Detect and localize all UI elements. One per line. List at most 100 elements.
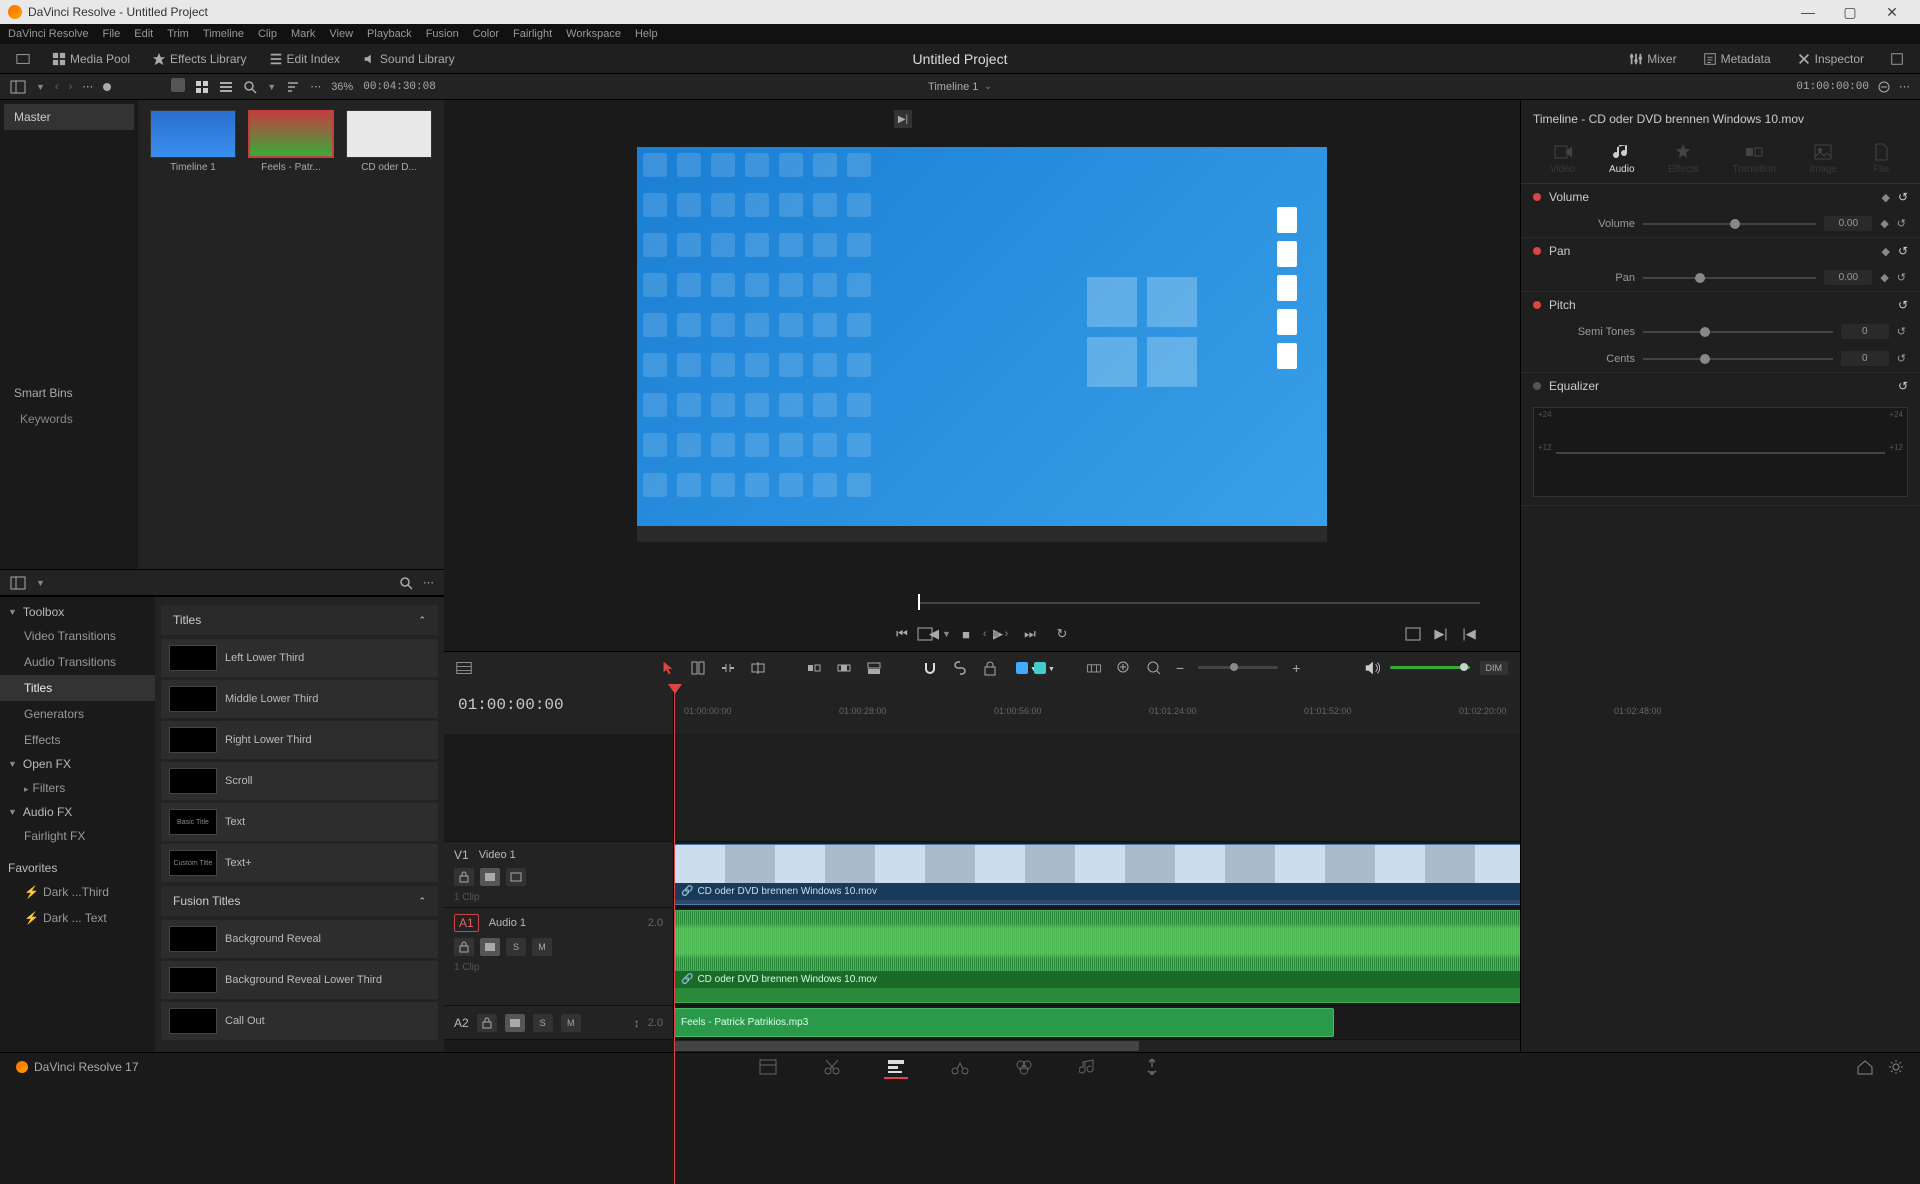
track-auto-select-button[interactable] (480, 938, 500, 956)
timeline-ruler[interactable]: 01:00:00:00 01:00:28:00 01:00:56:00 01:0… (674, 684, 1520, 734)
master-bin[interactable]: Master (4, 104, 134, 130)
menu-trim[interactable]: Trim (167, 28, 189, 40)
window-maximize-button[interactable]: ▢ (1830, 2, 1870, 22)
menu-mark[interactable]: Mark (291, 28, 315, 40)
chevron-down-icon[interactable]: ▼ (36, 82, 45, 92)
titles-section-header[interactable]: Titles⌃ (161, 605, 438, 635)
fusion-title-item[interactable]: Background Reveal (161, 920, 438, 958)
mute-button[interactable] (1364, 660, 1380, 676)
insert-clip-button[interactable] (806, 660, 822, 676)
match-frame-button[interactable] (1402, 623, 1424, 645)
title-item[interactable]: Middle Lower Third (161, 680, 438, 718)
deliver-page-button[interactable] (1140, 1055, 1164, 1079)
clip-thumbnail[interactable]: Feels - Patr... (246, 110, 336, 173)
dynamic-trim-button[interactable] (720, 660, 736, 676)
fusion-title-item[interactable]: Call Out (161, 1002, 438, 1040)
track-mute-button[interactable]: M (561, 1014, 581, 1032)
timeline-scrollbar[interactable] (444, 1040, 1520, 1052)
dim-button[interactable]: DIM (1480, 661, 1509, 675)
volume-slider[interactable] (1390, 666, 1470, 669)
effects-library-button[interactable]: Effects Library (144, 49, 254, 69)
openfx-header[interactable]: ▼Open FX (0, 753, 155, 775)
lock-button[interactable] (982, 660, 998, 676)
menu-workspace[interactable]: Workspace (566, 28, 621, 40)
track-header-a1[interactable]: A1Audio 12.0 S M 1 Clip (444, 908, 673, 1006)
track-solo-button[interactable]: S (506, 938, 526, 956)
menu-timeline[interactable]: Timeline (203, 28, 244, 40)
fusion-titles-section-header[interactable]: Fusion Titles⌃ (161, 886, 438, 916)
snap-button[interactable] (922, 660, 938, 676)
reset-button[interactable]: ↺ (1898, 379, 1908, 393)
bypass-button[interactable] (1877, 80, 1891, 94)
title-item[interactable]: Scroll (161, 762, 438, 800)
ellipsis-button[interactable]: ⋯ (82, 80, 93, 93)
volume-slider[interactable] (1643, 223, 1816, 225)
equalizer-section-header[interactable]: Equalizer↺ (1521, 373, 1920, 399)
flag-blue-button[interactable]: ▼ (1016, 662, 1028, 674)
track-disable-button[interactable] (506, 868, 526, 886)
search-button[interactable] (243, 80, 257, 94)
clip-thumbnail[interactable]: CD oder D... (344, 110, 434, 173)
view-list-button[interactable] (219, 80, 233, 94)
title-item[interactable]: Right Lower Third (161, 721, 438, 759)
pan-section-header[interactable]: Pan◆↺ (1521, 238, 1920, 264)
options-button[interactable]: ⋯ (310, 80, 321, 93)
sound-library-button[interactable]: Sound Library (354, 49, 463, 69)
tree-item-titles[interactable]: Titles (0, 675, 155, 701)
track-header-v1[interactable]: V1Video 1 1 Clip (444, 842, 673, 908)
reset-button[interactable]: ↺ (1897, 217, 1906, 230)
media-pool-button[interactable]: Media Pool (44, 49, 138, 69)
playhead-icon[interactable] (668, 684, 682, 694)
viewer-scrubber[interactable] (444, 590, 1520, 617)
track-lock-button[interactable] (454, 938, 474, 956)
metadata-button[interactable]: Metadata (1695, 49, 1779, 69)
flag-aqua-button[interactable]: ▼ (1034, 662, 1046, 674)
menu-playback[interactable]: Playback (367, 28, 412, 40)
menu-file[interactable]: File (103, 28, 121, 40)
zoom-in-button[interactable]: + (1292, 660, 1300, 676)
pan-value[interactable]: 0.00 (1824, 270, 1872, 285)
expand-button[interactable] (1882, 49, 1912, 69)
position-lock-button[interactable] (1086, 660, 1102, 676)
viewer-options-button[interactable]: ⋯ (1899, 80, 1910, 93)
inspector-tab-video[interactable]: Video (1546, 136, 1579, 179)
fx-panel-layout-button[interactable] (10, 576, 26, 590)
bin-view-button[interactable] (10, 80, 26, 94)
reset-button[interactable]: ↺ (1898, 298, 1908, 312)
menu-view[interactable]: View (329, 28, 353, 40)
fusion-title-item[interactable]: Background Reveal Lower Third (161, 961, 438, 999)
semitones-value[interactable]: 0 (1841, 324, 1889, 339)
project-settings-button[interactable] (1888, 1059, 1904, 1075)
loop-mode-prev-button[interactable]: ‹ (983, 628, 987, 640)
enable-dot-icon[interactable] (1533, 382, 1541, 390)
chevron-down-icon[interactable]: ▼ (942, 629, 951, 639)
title-item[interactable]: Custom TitleText+ (161, 844, 438, 882)
menu-edit[interactable]: Edit (134, 28, 153, 40)
audiofx-header[interactable]: ▼Audio FX (0, 801, 155, 823)
scrubber-handle[interactable] (918, 594, 920, 610)
menu-color[interactable]: Color (473, 28, 499, 40)
replace-clip-button[interactable] (866, 660, 882, 676)
zoom-detail-button[interactable] (1146, 660, 1162, 676)
reset-button[interactable]: ↺ (1897, 325, 1906, 338)
reset-button[interactable]: ↺ (1897, 271, 1906, 284)
track-mute-button[interactable]: M (532, 938, 552, 956)
fusion-page-button[interactable] (948, 1055, 972, 1079)
inspector-button[interactable]: Inspector (1789, 49, 1872, 69)
keyframe-button[interactable]: ◆ (1881, 245, 1889, 258)
home-button[interactable] (1856, 1059, 1874, 1075)
window-minimize-button[interactable]: — (1788, 2, 1828, 22)
loop-mode-next-button[interactable]: › (1005, 628, 1009, 640)
resize-handle-icon[interactable]: ↕ (634, 1016, 640, 1030)
overwrite-clip-button[interactable] (836, 660, 852, 676)
timeline-name[interactable]: Timeline 1 (928, 81, 978, 93)
menu-fusion[interactable]: Fusion (426, 28, 459, 40)
chevron-down-icon[interactable]: ▼ (36, 578, 45, 588)
go-start-button[interactable]: ⏮ (891, 623, 913, 645)
go-end-button[interactable]: ⏭ (1019, 623, 1041, 645)
enable-dot-icon[interactable] (1533, 247, 1541, 255)
edit-index-button[interactable]: Edit Index (261, 49, 348, 69)
enable-dot-icon[interactable] (1533, 193, 1541, 201)
zoom-fit-button[interactable] (1116, 660, 1132, 676)
track-auto-select-button[interactable] (505, 1014, 525, 1032)
